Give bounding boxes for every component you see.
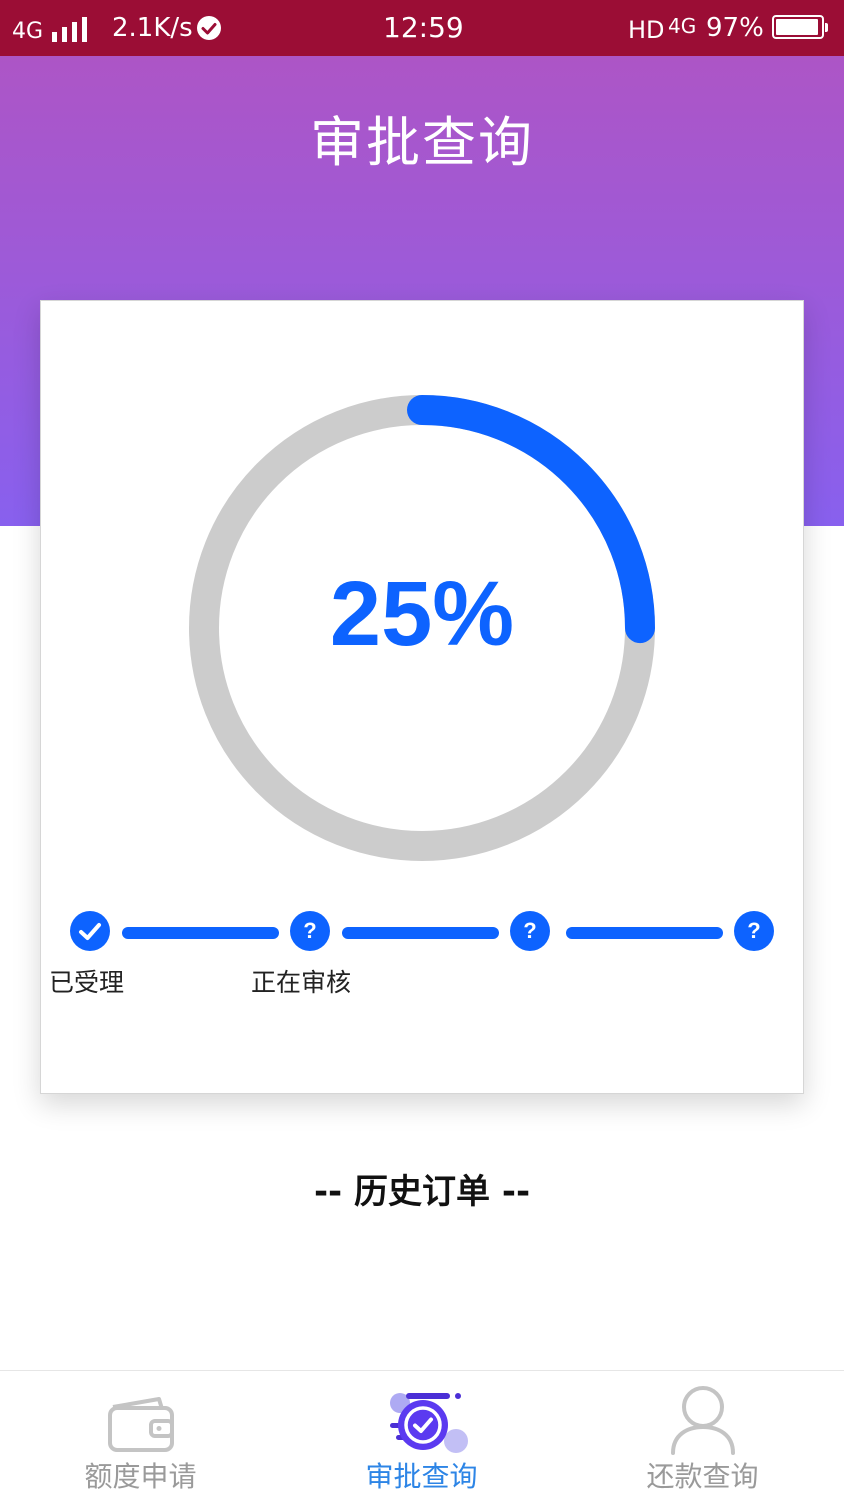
nav-label: 额度申请: [84, 1460, 197, 1493]
nav-item-credit-apply[interactable]: 额度申请: [0, 1371, 281, 1501]
check-icon: [79, 923, 101, 940]
network-type-right: 4G: [668, 14, 697, 38]
progress-card: 25% ? ? ? 已受理 正在审核: [40, 300, 804, 1094]
question-icon: ?: [523, 918, 537, 943]
step-2-node: ?: [290, 911, 330, 951]
network-type: 4G: [12, 19, 44, 44]
battery-icon: [772, 15, 828, 39]
nav-item-approval-query[interactable]: 审批查询: [281, 1371, 562, 1501]
battery-percent: 97%: [706, 13, 764, 43]
question-icon: ?: [303, 918, 317, 943]
status-bar: 4G 2.1K/s 12:59 HD 4G 97%: [0, 0, 844, 56]
signal-icon: [52, 16, 96, 42]
step-1-label: 已受理: [49, 968, 125, 997]
progress-percent: 25%: [329, 563, 515, 665]
nav-item-repayment-query[interactable]: 还款查询: [562, 1371, 843, 1501]
clock: 12:59: [383, 11, 464, 44]
question-icon: ?: [747, 918, 761, 943]
approval-check-icon: [389, 1393, 468, 1453]
user-icon: [670, 1386, 735, 1455]
step-3-node: ?: [510, 911, 550, 951]
check-circle-icon: [197, 16, 221, 40]
step-1-node: [70, 911, 110, 951]
history-orders-heading: -- 历史订单 --: [313, 1172, 531, 1212]
network-speed: 2.1K/s: [112, 13, 193, 43]
page-title: 审批查询: [310, 111, 534, 174]
bottom-nav: 额度申请 审批查询 还款查询: [0, 1370, 844, 1501]
step-connector-1: [122, 927, 279, 939]
nav-label: 审批查询: [365, 1460, 478, 1493]
step-connector-2: [342, 927, 499, 939]
step-connector-3: [566, 927, 723, 939]
step-4-node: ?: [734, 911, 774, 951]
step-2-label: 正在审核: [251, 968, 352, 997]
hd-indicator: HD: [628, 16, 665, 44]
wallet-icon: [107, 1397, 174, 1452]
nav-label: 还款查询: [646, 1460, 759, 1493]
